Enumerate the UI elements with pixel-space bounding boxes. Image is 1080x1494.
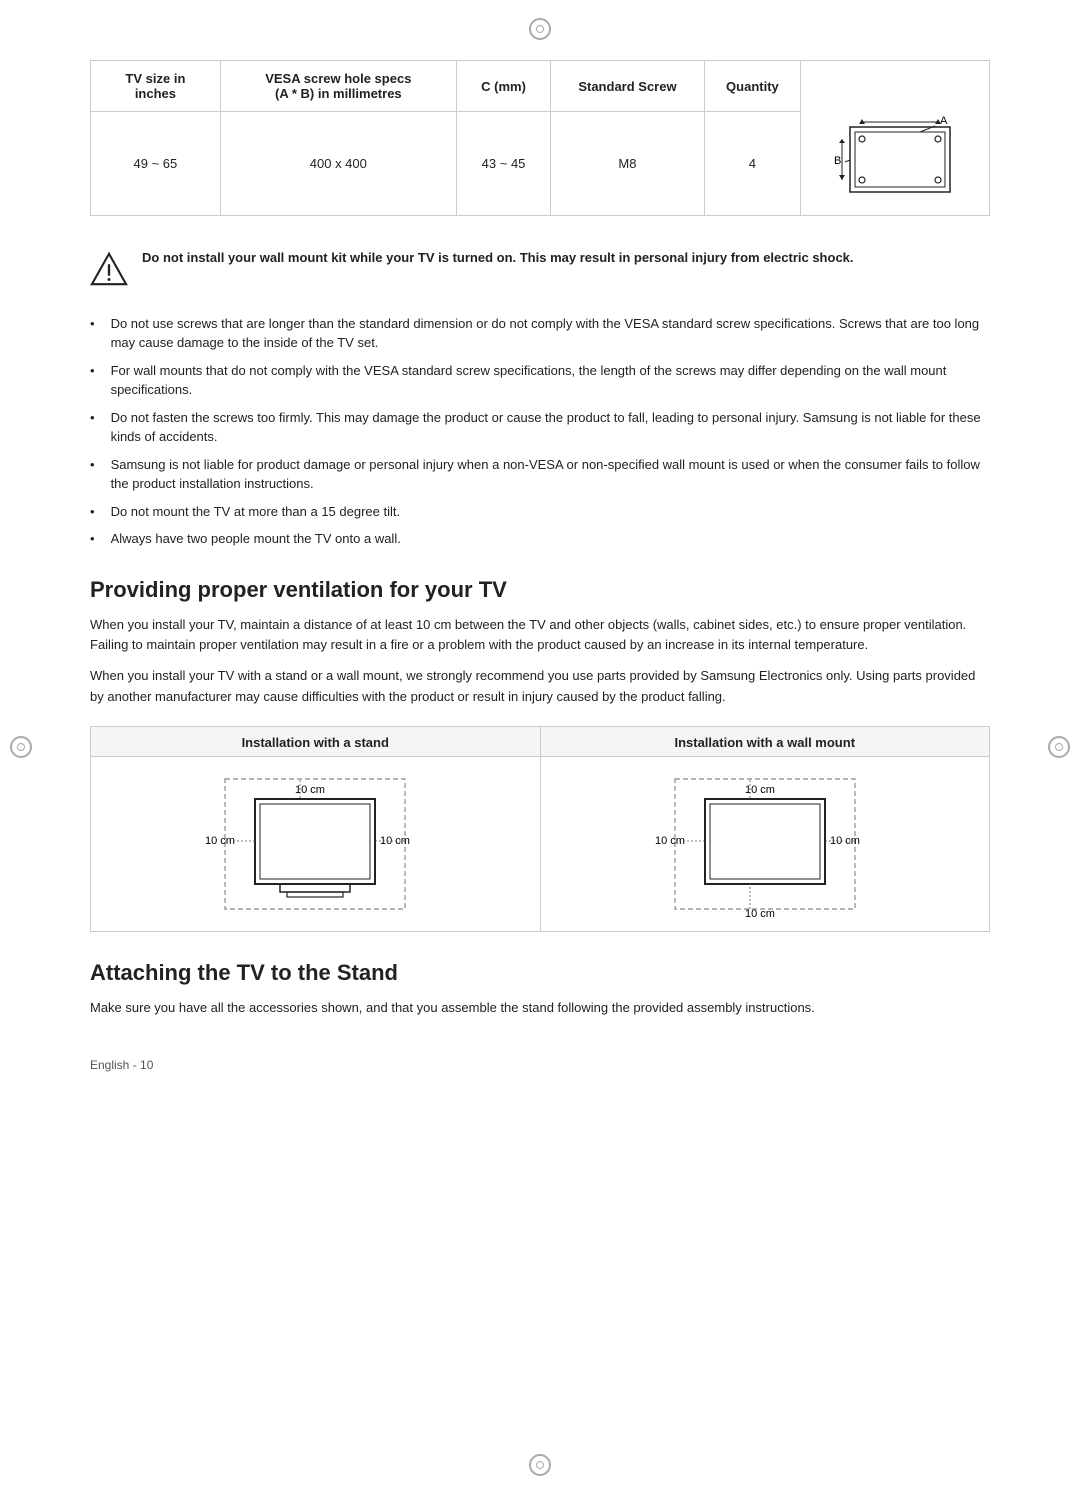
list-item: Always have two people mount the TV onto… (90, 529, 990, 549)
warning-box: Do not install your wall mount kit while… (90, 240, 990, 296)
stand-svg: 10 cm 10 cm 10 cm (205, 769, 425, 919)
attaching-heading: Attaching the TV to the Stand (90, 960, 990, 986)
header-standard-screw: Standard Screw (551, 61, 704, 112)
ventilation-paragraph-2: When you install your TV with a stand or… (90, 666, 990, 708)
list-item-text-1: Do not use screws that are longer than t… (111, 314, 990, 353)
installation-diagrams: Installation with a stand 10 cm 10 cm (90, 726, 990, 932)
list-item: For wall mounts that do not comply with … (90, 361, 990, 400)
wall-top-label: 10 cm (745, 784, 775, 796)
page-marker-top-inner (536, 25, 544, 33)
page-content: TV size ininches VESA screw hole specs(A… (90, 0, 990, 1132)
stand-diagram-body: 10 cm 10 cm 10 cm (91, 757, 540, 931)
wall-diagram: Installation with a wall mount 10 cm 10 … (541, 727, 990, 931)
wall-svg: 10 cm 10 cm 10 cm 10 cm (655, 769, 875, 919)
cell-c-mm: 43 ~ 45 (456, 112, 550, 216)
wall-diagram-body: 10 cm 10 cm 10 cm 10 cm (541, 757, 990, 931)
header-tv-size: TV size ininches (91, 61, 221, 112)
warning-icon (90, 250, 128, 288)
cell-vesa: 400 x 400 (220, 112, 456, 216)
stand-diagram: Installation with a stand 10 cm 10 cm (91, 727, 541, 931)
wall-bottom-label: 10 cm (745, 908, 775, 919)
side-marker-right (1048, 736, 1070, 758)
list-item: Samsung is not liable for product damage… (90, 455, 990, 494)
side-marker-left-inner (17, 743, 25, 751)
specs-table: TV size ininches VESA screw hole specs(A… (90, 60, 990, 216)
list-item-text-2: For wall mounts that do not comply with … (111, 361, 990, 400)
header-quantity: Quantity (704, 61, 800, 112)
list-item-text-4: Samsung is not liable for product damage… (111, 455, 990, 494)
page-marker-top (529, 18, 551, 40)
cell-diagram: A B (801, 112, 990, 216)
ventilation-paragraph-1: When you install your TV, maintain a dis… (90, 615, 990, 657)
page-marker-bottom-inner (536, 1461, 544, 1469)
header-diagram (801, 61, 990, 112)
list-item-text-3: Do not fasten the screws too firmly. Thi… (111, 408, 990, 447)
header-vesa: VESA screw hole specs(A * B) in millimet… (220, 61, 456, 112)
arrow-down (839, 175, 845, 180)
diagram-label-a: A (940, 115, 948, 127)
list-item: Do not use screws that are longer than t… (90, 314, 990, 353)
vesa-diagram-svg: A B (820, 112, 970, 212)
cell-screw: M8 (551, 112, 704, 216)
ventilation-heading: Providing proper ventilation for your TV (90, 577, 990, 603)
cell-quantity: 4 (704, 112, 800, 216)
page-footer: English - 10 (90, 1058, 990, 1072)
side-marker-right-inner (1055, 743, 1063, 751)
cell-tv-size: 49 ~ 65 (91, 112, 221, 216)
list-item-text-6: Always have two people mount the TV onto… (111, 529, 401, 549)
side-marker-left (10, 736, 32, 758)
diagram-label-b: B (834, 155, 841, 167)
list-item-text-5: Do not mount the TV at more than a 15 de… (111, 502, 401, 522)
list-item: Do not fasten the screws too firmly. Thi… (90, 408, 990, 447)
page-marker-bottom (529, 1454, 551, 1476)
wall-diagram-title: Installation with a wall mount (541, 727, 990, 757)
bullet-list: Do not use screws that are longer than t… (90, 314, 990, 549)
list-item: Do not mount the TV at more than a 15 de… (90, 502, 990, 522)
attaching-paragraph: Make sure you have all the accessories s… (90, 998, 990, 1019)
arrow-up (839, 139, 845, 143)
warning-text: Do not install your wall mount kit while… (142, 248, 854, 268)
header-c-mm: C (mm) (456, 61, 550, 112)
stand-top-label: 10 cm (295, 784, 325, 796)
stand-diagram-title: Installation with a stand (91, 727, 540, 757)
